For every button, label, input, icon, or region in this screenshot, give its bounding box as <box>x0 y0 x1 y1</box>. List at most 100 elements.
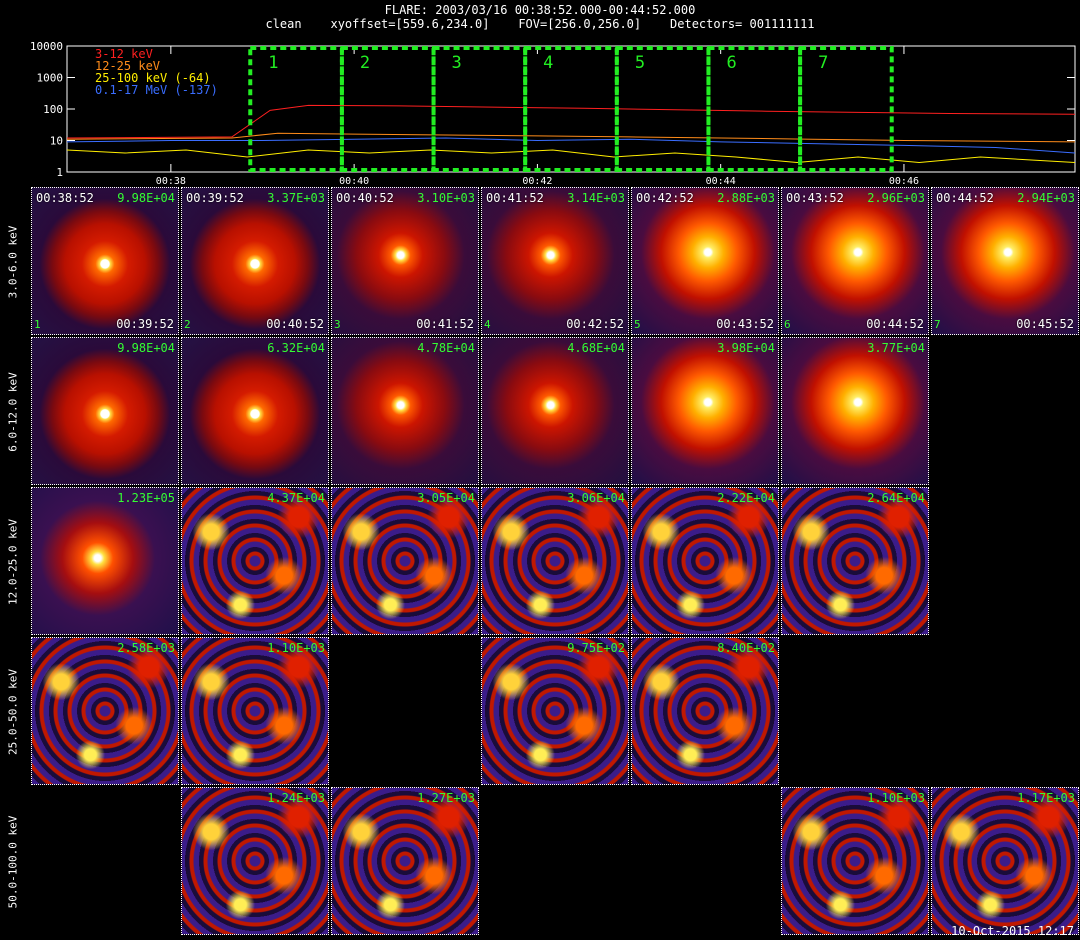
image-map <box>632 638 778 784</box>
tile-max-value: 3.77E+04 <box>867 341 925 355</box>
interval-label: 1 <box>268 53 278 73</box>
tile-start-time: 00:39:52 <box>186 191 244 205</box>
spectral-image-tile: 4.37E+04 <box>181 487 329 635</box>
tile-max-value: 3.10E+03 <box>417 191 475 205</box>
tile-max-value: 1.24E+03 <box>267 791 325 805</box>
image-map <box>782 488 928 634</box>
tile-interval-index: 3 <box>334 318 341 331</box>
tile-max-value: 9.75E+02 <box>567 641 625 655</box>
x-tick-label: 00:42 <box>522 176 552 185</box>
y-tick-label: 100 <box>43 103 63 116</box>
tile-end-time: 00:45:52 <box>1016 317 1074 331</box>
spectral-image-tile: 4.78E+04 <box>331 337 479 485</box>
tile-max-value: 2.58E+03 <box>117 641 175 655</box>
row-label: 12.0-25.0 keV <box>0 487 26 637</box>
spectral-image-tile: 00:42:52 2.88E+03 00:43:52 5 <box>631 187 779 335</box>
tile-start-time: 00:38:52 <box>36 191 94 205</box>
time-interval-box <box>798 46 894 172</box>
spectral-image-tile: 2.22E+04 <box>631 487 779 635</box>
image-map <box>332 188 478 334</box>
tile-interval-index: 1 <box>34 318 41 331</box>
tile-max-value: 4.78E+04 <box>417 341 475 355</box>
series-line-0 <box>66 104 1076 139</box>
interval-label: 3 <box>452 53 462 73</box>
tile-max-value: 8.40E+02 <box>717 641 775 655</box>
series-line-2 <box>66 149 1076 164</box>
tile-max-value: 3.37E+03 <box>267 191 325 205</box>
image-map <box>632 188 778 334</box>
row-label-text: 12.0-25.0 keV <box>6 518 20 606</box>
interval-label: 5 <box>635 53 645 73</box>
x-tick-label: 00:38 <box>156 176 186 185</box>
lightcurve-chart: 1 10 100 1000 10000 00:38 00:40 00:42 00:44 00:46… <box>30 40 1076 185</box>
tile-start-time: 00:40:52 <box>336 191 394 205</box>
tile-interval-index: 2 <box>184 318 191 331</box>
tile-end-time: 00:39:52 <box>116 317 174 331</box>
spectral-image-tile: 9.75E+02 <box>481 637 629 785</box>
time-interval-box <box>706 46 803 172</box>
image-map <box>182 338 328 484</box>
image-map <box>782 338 928 484</box>
row-label-text: 3.0-6.0 keV <box>6 225 20 299</box>
tile-max-value: 1.17E+03 <box>1017 791 1075 805</box>
y-tick-label: 10 <box>50 135 63 148</box>
image-map <box>32 338 178 484</box>
tile-interval-index: 7 <box>934 318 941 331</box>
row-label: 25.0-50.0 keV <box>0 637 26 787</box>
tile-end-time: 00:43:52 <box>716 317 774 331</box>
y-tick-label: 1000 <box>37 72 64 85</box>
legend-entry: 0.1-17 MeV (-137) <box>95 83 218 97</box>
spectral-image-tile: 4.68E+04 <box>481 337 629 485</box>
tile-max-value: 1.23E+05 <box>117 491 175 505</box>
image-map <box>332 338 478 484</box>
spectral-image-tile: 1.10E+03 <box>781 787 929 935</box>
tile-max-value: 2.94E+03 <box>1017 191 1075 205</box>
spectral-image-tile: 1.27E+03 <box>331 787 479 935</box>
plot-frame <box>66 45 1076 173</box>
row-label: 3.0-6.0 keV <box>0 187 26 337</box>
tile-interval-index: 4 <box>484 318 491 331</box>
tile-max-value: 2.64E+04 <box>867 491 925 505</box>
tile-max-value: 2.96E+03 <box>867 191 925 205</box>
image-map <box>932 188 1078 334</box>
image-map <box>482 188 628 334</box>
spectral-image-tile: 00:39:52 3.37E+03 00:40:52 2 <box>181 187 329 335</box>
image-map <box>482 488 628 634</box>
tile-max-value: 4.68E+04 <box>567 341 625 355</box>
tile-max-value: 3.98E+04 <box>717 341 775 355</box>
image-map <box>32 638 178 784</box>
image-map <box>182 788 328 934</box>
spectral-image-tile: 3.05E+04 <box>331 487 479 635</box>
tile-max-value: 1.10E+03 <box>267 641 325 655</box>
tile-end-time: 00:41:52 <box>416 317 474 331</box>
tile-max-value: 9.98E+04 <box>117 341 175 355</box>
tile-max-value: 9.98E+04 <box>117 191 175 205</box>
spectral-image-tile: 00:43:52 2.96E+03 00:44:52 6 <box>781 187 929 335</box>
spectral-image-tile: 2.58E+03 <box>31 637 179 785</box>
tile-max-value: 3.14E+03 <box>567 191 625 205</box>
image-map <box>32 488 178 634</box>
image-map <box>32 188 178 334</box>
tile-end-time: 00:40:52 <box>266 317 324 331</box>
row-label: 50.0-100.0 keV <box>0 787 26 937</box>
spectral-image-tile: 00:44:52 2.94E+03 00:45:52 7 <box>931 187 1079 335</box>
interval-label: 2 <box>360 53 370 73</box>
spectral-image-tile: 9.98E+04 <box>31 337 179 485</box>
tile-max-value: 1.27E+03 <box>417 791 475 805</box>
spectral-image-tile: 00:40:52 3.10E+03 00:41:52 3 <box>331 187 479 335</box>
tile-interval-index: 6 <box>784 318 791 331</box>
spectral-image-tile: 3.77E+04 <box>781 337 929 485</box>
tile-start-time: 00:44:52 <box>936 191 994 205</box>
spectral-image-tile: 00:41:52 3.14E+03 00:42:52 4 <box>481 187 629 335</box>
image-map <box>632 488 778 634</box>
spectral-image-tile: 2.64E+04 <box>781 487 929 635</box>
row-label-text: 50.0-100.0 keV <box>6 815 20 909</box>
row-label: 6.0-12.0 keV <box>0 337 26 487</box>
y-tick-label: 10000 <box>30 40 63 53</box>
tile-max-value: 6.32E+04 <box>267 341 325 355</box>
image-map <box>632 338 778 484</box>
image-map <box>482 338 628 484</box>
image-map <box>332 788 478 934</box>
spectral-image-tile: 1.17E+03 <box>931 787 1079 935</box>
x-tick-label: 00:46 <box>889 176 919 185</box>
